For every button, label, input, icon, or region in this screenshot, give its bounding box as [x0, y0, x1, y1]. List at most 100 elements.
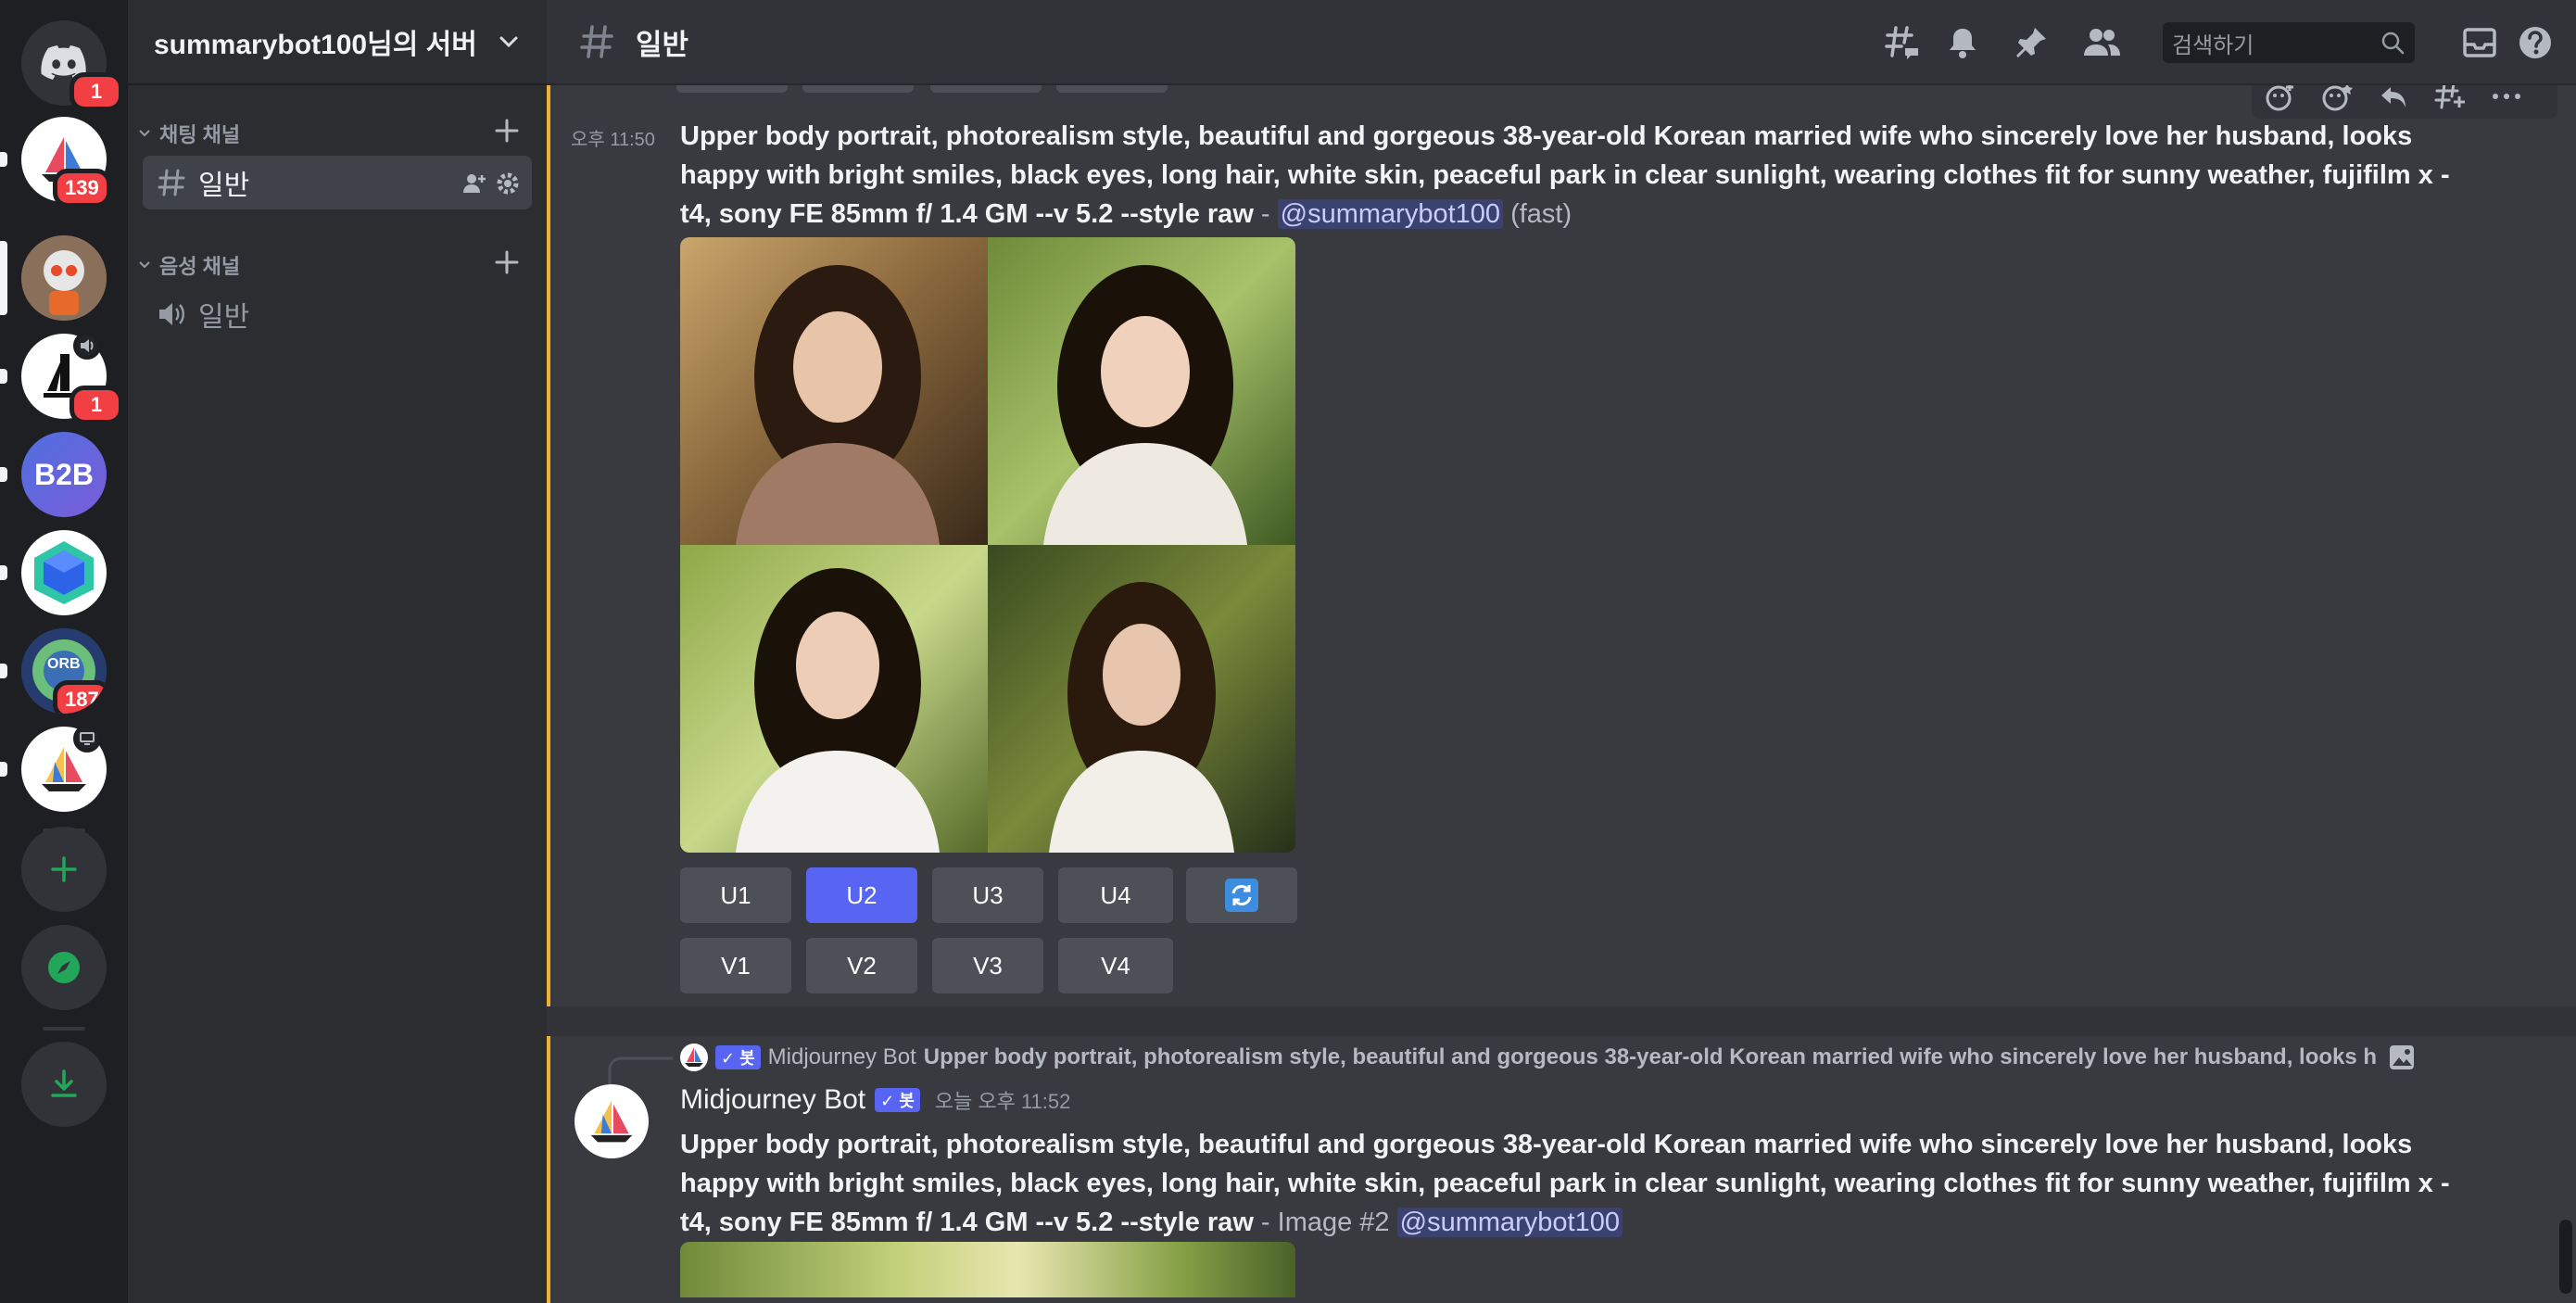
unread-pip — [0, 369, 7, 384]
selected-pip — [0, 241, 7, 315]
download-apps-button[interactable] — [21, 1042, 107, 1127]
add-server-button[interactable] — [21, 827, 107, 912]
image-number-label: - Image #2 — [1253, 1208, 1397, 1237]
voice-channel-item-general[interactable]: 일반 — [143, 287, 532, 341]
create-channel-plus-icon[interactable] — [493, 117, 521, 145]
channel-name: 일반 — [198, 171, 250, 201]
upscale-button-2[interactable]: U2 — [806, 867, 917, 923]
grid-image-3[interactable] — [680, 545, 988, 853]
message-timestamp: 오후 11:50 — [571, 130, 655, 150]
message-header: Midjourney Bot ✓ 봇 오늘 오후 11:52 — [680, 1084, 1070, 1116]
pin-icon[interactable] — [2013, 24, 2050, 61]
message-content: Upper body portrait, photorealism style,… — [680, 117, 2469, 234]
category-text-channels[interactable]: 채팅 채널 — [137, 115, 536, 152]
category-label: 채팅 채널 — [159, 123, 241, 146]
bot-tag: ✓ 봇 — [875, 1088, 920, 1112]
message-item[interactable]: ✓ 봇 Midjourney Bot Upper body portrait, … — [547, 1036, 2576, 1303]
chevron-down-icon — [499, 36, 518, 48]
portrait-illustration — [1043, 265, 1247, 545]
author-name[interactable]: Midjourney Bot — [680, 1084, 865, 1116]
server-icon-sailboat[interactable]: 139 — [21, 117, 111, 208]
variation-button-3[interactable]: V3 — [932, 938, 1043, 993]
guild-name: summarybot100님의 서버 — [154, 30, 477, 60]
help-icon[interactable] — [2517, 24, 2554, 61]
rail-divider — [43, 1027, 85, 1031]
channel-name: 일반 — [198, 302, 250, 333]
variation-button-2[interactable]: V2 — [806, 938, 917, 993]
upscale-button-3[interactable]: U3 — [932, 867, 1043, 923]
image-grid[interactable] — [680, 237, 1295, 853]
channel-sidebar: summarybot100님의 서버 채팅 채널 일반 음성 채널 일반 — [128, 0, 547, 1303]
reroll-button[interactable] — [1186, 867, 1297, 923]
unread-pip — [0, 565, 7, 580]
server-icon-orb[interactable]: ORB 187 — [21, 628, 107, 714]
unread-pip — [0, 152, 7, 167]
voice-badge — [73, 332, 101, 360]
server-icon-b2b[interactable]: B2B — [21, 432, 107, 517]
screen-share-badge — [73, 725, 101, 753]
add-reaction-icon[interactable] — [2265, 82, 2296, 113]
author-avatar[interactable] — [575, 1084, 649, 1158]
search-placeholder: 검색하기 — [2172, 32, 2254, 58]
hashtag-icon — [580, 25, 613, 58]
bell-icon[interactable] — [1944, 24, 1981, 61]
hashtag-icon — [158, 169, 185, 196]
server-label: ORB — [47, 656, 81, 672]
user-mention[interactable]: @summarybot100 — [1396, 1208, 1623, 1237]
mention-badge: 1 — [69, 386, 123, 424]
category-label: 음성 채널 — [159, 255, 241, 278]
reply-reference[interactable]: ✓ 봇 Midjourney Bot Upper body portrait, … — [680, 1044, 2459, 1071]
grid-image-1[interactable] — [680, 237, 988, 545]
chevron-down-icon — [139, 130, 150, 137]
guild-header[interactable]: summarybot100님의 서버 — [128, 0, 547, 85]
threads-icon[interactable] — [1883, 24, 1922, 63]
grid-image-4[interactable] — [988, 545, 1295, 853]
create-thread-icon[interactable] — [2433, 82, 2467, 113]
user-mention[interactable]: @summarybot100 — [1277, 199, 1504, 229]
invite-member-icon[interactable] — [461, 171, 487, 196]
unread-badge: 1 — [69, 72, 123, 111]
download-icon — [51, 1069, 77, 1097]
speed-label: (fast) — [1510, 199, 1572, 229]
channel-title: 일반 — [636, 28, 689, 61]
unread-pip — [0, 664, 7, 678]
upscaled-image-preview[interactable] — [680, 1242, 1295, 1297]
robot-icon — [21, 235, 107, 321]
variation-button-1[interactable]: V1 — [680, 938, 791, 993]
more-options-icon[interactable] — [2491, 89, 2522, 104]
gear-icon[interactable] — [495, 171, 521, 196]
server-label: B2B — [33, 457, 94, 491]
portrait-illustration — [736, 568, 940, 853]
server-icon-midjourney[interactable] — [21, 725, 107, 812]
upscale-button-1[interactable]: U1 — [680, 867, 791, 923]
variation-button-4[interactable]: V4 — [1058, 938, 1173, 993]
speaker-icon — [159, 303, 184, 325]
reply-avatar-icon — [680, 1044, 708, 1071]
message-content: Upper body portrait, photorealism style,… — [680, 1125, 2469, 1242]
discord-home-button[interactable]: 1 — [21, 20, 123, 111]
portrait-illustration — [736, 265, 940, 545]
super-reaction-icon[interactable] — [2320, 82, 2354, 113]
server-icon-cube[interactable] — [21, 530, 107, 615]
channel-item-general[interactable]: 일반 — [143, 156, 532, 209]
member-list-icon[interactable] — [2081, 24, 2122, 61]
scrollbar-thumb[interactable] — [2559, 1220, 2572, 1294]
unread-pip — [0, 467, 7, 482]
speaker-icon — [81, 339, 94, 352]
category-voice-channels[interactable]: 음성 채널 — [137, 247, 536, 284]
inbox-icon[interactable] — [2461, 24, 2498, 61]
upscale-button-4[interactable]: U4 — [1058, 867, 1173, 923]
server-icon-robot[interactable] — [21, 235, 107, 321]
monitor-icon — [80, 732, 95, 745]
explore-servers-button[interactable] — [21, 925, 107, 1010]
grid-image-2[interactable] — [988, 237, 1295, 545]
search-input[interactable]: 검색하기 — [2163, 22, 2415, 63]
channel-header: 일반 검색하기 — [547, 0, 2576, 85]
create-channel-plus-icon[interactable] — [493, 248, 521, 276]
image-attachment-icon — [2390, 1045, 2415, 1069]
reply-preview: Upper body portrait, photorealism style,… — [923, 1044, 2378, 1069]
reply-icon[interactable] — [2378, 82, 2409, 113]
message-item[interactable]: 오후 11:50 Upper body portrait, photoreali… — [547, 78, 2576, 1006]
server-icon-ai-art[interactable]: 1 — [21, 332, 123, 424]
mention-badge: 139 — [53, 169, 111, 208]
